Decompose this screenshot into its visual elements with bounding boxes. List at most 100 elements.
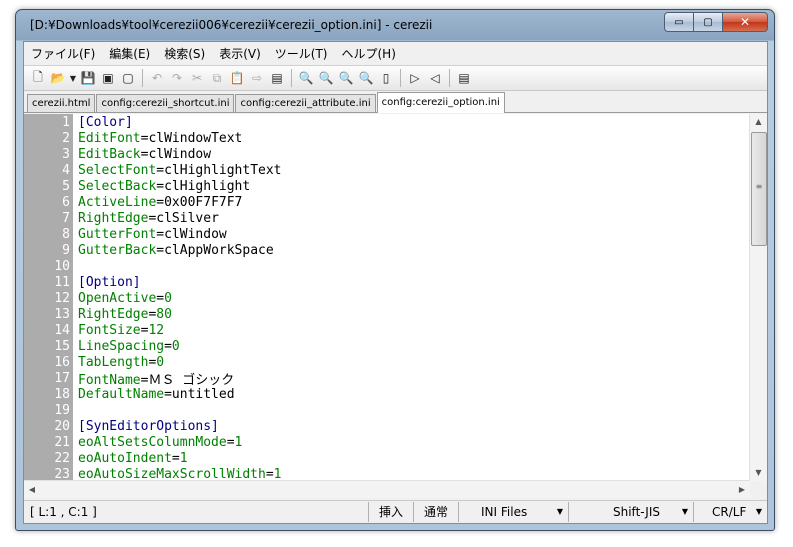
dropdown-icon[interactable]: ▼ <box>68 68 78 88</box>
editor-line[interactable]: 7 RightEdge=clSilver <box>24 210 282 226</box>
encoding-selector[interactable]: Shift-JIS ▼ <box>569 502 694 522</box>
menu-view[interactable]: 表示(V) <box>212 45 268 62</box>
vertical-scrollbar[interactable]: ▲ ≡ ▼ <box>749 114 767 481</box>
maximize-button[interactable]: ▢ <box>693 12 723 32</box>
text-editor[interactable]: 1 [Color] 2 EditFont=clWindowText 3 EditBack=… <box>24 114 767 498</box>
line-text: SelectBack=clHighlight <box>73 179 250 194</box>
line-number: 11 <box>54 274 70 290</box>
paste-icon[interactable]: 📋 <box>227 68 247 88</box>
editor-line[interactable]: 18 DefaultName=untitled <box>24 386 282 402</box>
equals-sign: = <box>156 226 165 242</box>
redo-icon[interactable]: ↷ <box>167 68 187 88</box>
editor-line[interactable]: 12 OpenActive=0 <box>24 290 282 306</box>
linebreak-selector[interactable]: CR/LF ▼ <box>694 502 767 522</box>
line-text: eoAltSetsColumnMode=1 <box>73 435 242 450</box>
undo-icon[interactable]: ↶ <box>147 68 167 88</box>
find-prev-icon[interactable]: 🔍 <box>336 68 356 88</box>
editor-line[interactable]: 8 GutterFont=clWindow <box>24 226 282 242</box>
line-number: 14 <box>54 322 70 338</box>
highlight-icon[interactable]: ▯ <box>376 68 396 88</box>
filetype-label: INI Files <box>481 505 528 519</box>
new-file-icon[interactable]: 🗋 <box>28 68 48 88</box>
editor-line[interactable]: 13 RightEdge=80 <box>24 306 282 322</box>
menu-help[interactable]: ヘルプ(H) <box>335 45 403 62</box>
editor-line[interactable]: 14 FontSize=12 <box>24 322 282 338</box>
editor-line[interactable]: 2 EditFont=clWindowText <box>24 130 282 146</box>
line-text: RightEdge=80 <box>73 307 172 322</box>
editor-line[interactable]: 22 eoAutoIndent=1 <box>24 450 282 466</box>
status-bar: [ L:1 , C:1 ] 挿入 通常 INI Files ▼ Shift-JIS… <box>24 500 767 523</box>
title-bar[interactable]: [D:¥Downloads¥tool¥cerezii006¥cerezii¥ce… <box>16 10 774 42</box>
replace-icon[interactable]: 🔍 <box>356 68 376 88</box>
editor-line[interactable]: 6 ActiveLine=0x00F7F7F7 <box>24 194 282 210</box>
scroll-down-icon[interactable]: ▼ <box>750 465 767 481</box>
editor-line[interactable]: 20 [SynEditorOptions] <box>24 418 282 434</box>
line-number: 10 <box>54 258 70 274</box>
scroll-thumb[interactable]: ≡ <box>751 132 767 246</box>
next-tab-icon[interactable]: ▷ <box>405 68 425 88</box>
tab-cerezii-html[interactable]: cerezii.html <box>27 94 96 112</box>
option-key: GutterBack <box>78 242 157 258</box>
editor-line[interactable]: 15 LineSpacing=0 <box>24 338 282 354</box>
option-value: 0x00F7F7F7 <box>164 194 243 210</box>
close-file-icon[interactable]: ▢ <box>118 68 138 88</box>
window-controls: ▭ ▢ ✕ <box>664 12 768 32</box>
option-key: TabLength <box>78 354 149 370</box>
editor-line[interactable]: 11 [Option] <box>24 274 282 290</box>
line-number: 17 <box>54 370 70 386</box>
line-text: GutterBack=clAppWorkSpace <box>73 243 274 258</box>
horizontal-scrollbar[interactable]: ◀ ▶ <box>24 480 750 498</box>
line-text: EditFont=clWindowText <box>73 131 242 146</box>
line-number: 19 <box>54 402 70 418</box>
save-icon[interactable]: 💾 <box>78 68 98 88</box>
open-icon[interactable]: 📂 <box>48 68 68 88</box>
editor-line[interactable]: 9 GutterBack=clAppWorkSpace <box>24 242 282 258</box>
editor-line[interactable]: 19 <box>24 402 282 418</box>
tab-option-ini[interactable]: config:cerezii_option.ini <box>376 92 505 113</box>
equals-sign: = <box>171 450 180 466</box>
select-all-icon[interactable]: ▤ <box>267 68 287 88</box>
line-text: OpenActive=0 <box>73 291 172 306</box>
find-icon[interactable]: 🔍 <box>296 68 316 88</box>
equals-sign: = <box>156 194 165 210</box>
find-next-icon[interactable]: 🔍 <box>316 68 336 88</box>
option-key: SelectBack <box>78 178 157 194</box>
editor-line[interactable]: 10 <box>24 258 282 274</box>
editor-line[interactable]: 5 SelectBack=clHighlight <box>24 178 282 194</box>
option-value: 0 <box>171 338 180 354</box>
option-key: EditBack <box>78 146 141 162</box>
scroll-up-icon[interactable]: ▲ <box>750 114 767 130</box>
menu-tools[interactable]: ツール(T) <box>268 45 335 62</box>
scroll-left-icon[interactable]: ◀ <box>24 481 40 498</box>
editor-line[interactable]: 21 eoAltSetsColumnMode=1 <box>24 434 282 450</box>
scroll-right-icon[interactable]: ▶ <box>734 481 750 498</box>
paste-special-icon[interactable]: ⇨ <box>247 68 267 88</box>
equals-sign: = <box>164 338 172 354</box>
editor-line[interactable]: 17 FontName=ＭＳ ゴシック <box>24 370 282 388</box>
settings-icon[interactable]: ▤ <box>454 68 474 88</box>
prev-tab-icon[interactable]: ◁ <box>425 68 445 88</box>
chevron-down-icon: ▼ <box>755 507 762 516</box>
equals-sign: = <box>164 386 172 402</box>
equals-sign: = <box>156 162 165 178</box>
editor-line[interactable]: 3 EditBack=clWindow <box>24 146 282 162</box>
option-key: eoAutoIndent <box>78 450 172 466</box>
cut-icon[interactable]: ✂ <box>187 68 207 88</box>
menu-search[interactable]: 検索(S) <box>157 45 212 62</box>
editor-line[interactable]: 4 SelectFont=clHighlightText <box>24 162 281 178</box>
editor-line[interactable]: 1 [Color] <box>24 114 282 130</box>
tab-shortcut-ini[interactable]: config:cerezii_shortcut.ini <box>96 94 235 112</box>
menu-edit[interactable]: 編集(E) <box>102 45 157 62</box>
filetype-selector[interactable]: INI Files ▼ <box>459 502 569 522</box>
tab-attribute-ini[interactable]: config:cerezii_attribute.ini <box>235 94 376 112</box>
toolbar-separator <box>400 69 401 87</box>
minimize-button[interactable]: ▭ <box>664 12 694 32</box>
line-number: 7 <box>62 210 70 226</box>
close-button[interactable]: ✕ <box>722 12 768 32</box>
save-as-icon[interactable]: ▣ <box>98 68 118 88</box>
section-header: [Option] <box>78 274 141 290</box>
menu-file[interactable]: ファイル(F) <box>24 45 102 62</box>
linebreak-label: CR/LF <box>712 505 747 519</box>
copy-icon[interactable]: ⧉ <box>207 68 227 88</box>
toolbar-separator <box>291 69 292 87</box>
